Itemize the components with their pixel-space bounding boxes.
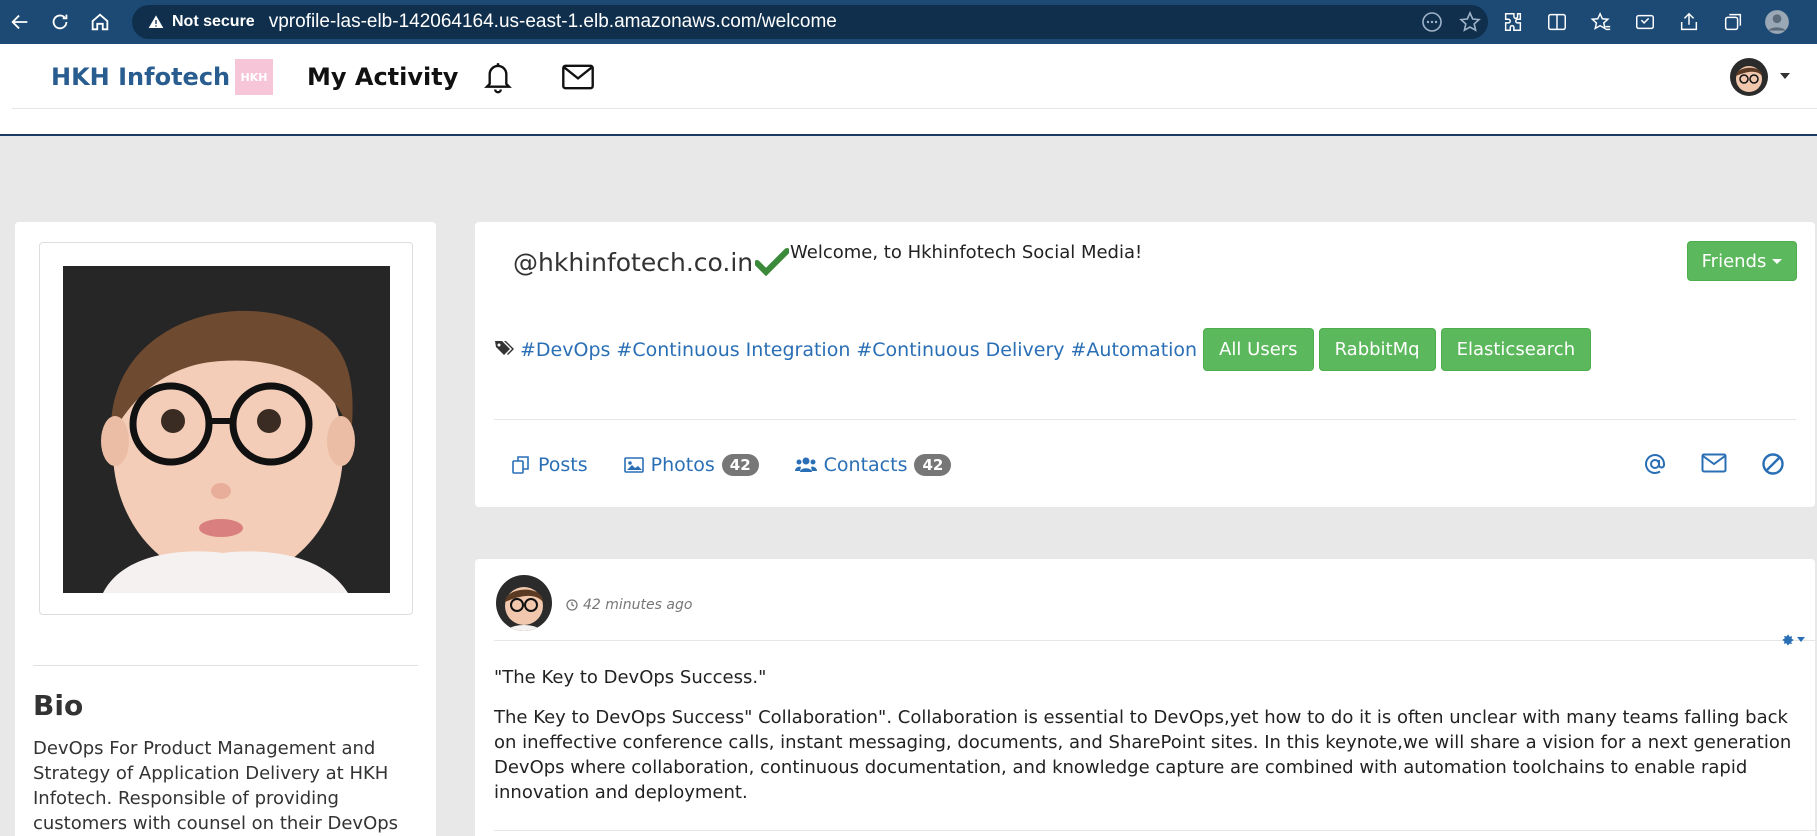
brand-logo[interactable]: HKH xyxy=(235,59,273,95)
profile-icon[interactable] xyxy=(1764,9,1790,35)
profile-actions xyxy=(1643,452,1785,476)
split-screen-icon[interactable] xyxy=(1544,9,1570,35)
post-divider xyxy=(494,640,1815,641)
tags-icon xyxy=(494,339,514,361)
messages-envelope-icon[interactable] xyxy=(561,63,595,95)
security-label: Not secure xyxy=(172,13,255,30)
profile-photo-frame xyxy=(39,242,413,615)
tag-link[interactable]: #Continuous Integration xyxy=(616,339,850,361)
url-text[interactable]: vprofile-las-elb-142064164.us-east-1.elb… xyxy=(269,11,837,33)
my-activity-link[interactable]: My Activity xyxy=(307,63,458,91)
post-time-text: 42 minutes ago xyxy=(583,597,693,613)
friends-button[interactable]: Friends xyxy=(1687,241,1797,281)
header-divider xyxy=(494,419,1796,420)
post-author-avatar[interactable] xyxy=(496,575,552,631)
back-button[interactable] xyxy=(0,0,40,44)
user-menu-caret-icon[interactable] xyxy=(1780,73,1790,79)
post-card: 42 minutes ago "The Key to DevOps Succes… xyxy=(475,559,1815,836)
site-navbar: HKH Infotech HKH My Activity xyxy=(0,44,1817,136)
nav-divider xyxy=(12,108,1817,109)
bio-divider xyxy=(33,665,418,666)
screenshot-icon[interactable] xyxy=(1632,9,1658,35)
caret-down-icon xyxy=(1797,637,1805,642)
copy-icon xyxy=(512,456,529,474)
rabbitmq-button[interactable]: RabbitMq xyxy=(1318,328,1436,371)
star-icon[interactable] xyxy=(1458,10,1482,34)
profile-photo[interactable] xyxy=(63,266,390,593)
collections-icon[interactable] xyxy=(1720,9,1746,35)
post-body: The Key to DevOps Success" Collaboration… xyxy=(494,707,1792,803)
notifications-bell-icon[interactable] xyxy=(481,59,515,99)
tab-contacts[interactable]: Contacts 42 xyxy=(794,454,952,476)
tag-link[interactable]: #DevOps xyxy=(520,339,610,361)
browser-toolbar: Not secure vprofile-las-elb-142064164.us… xyxy=(0,0,1817,44)
bio-title: Bio xyxy=(33,689,84,722)
tab-posts-label: Posts xyxy=(538,454,588,476)
profile-header-card: @hkhinfotech.co.in Welcome, to Hkhinfote… xyxy=(475,222,1815,507)
clock-icon xyxy=(566,599,578,611)
tab-photos-label: Photos xyxy=(650,454,715,476)
friends-label: Friends xyxy=(1701,250,1767,272)
home-icon xyxy=(91,13,109,31)
extensions-icon[interactable] xyxy=(1500,9,1526,35)
envelope-icon[interactable] xyxy=(1701,452,1727,474)
more-options-icon[interactable] xyxy=(1420,10,1444,34)
bio-text: DevOps For Product Management and Strate… xyxy=(33,738,399,834)
home-button[interactable] xyxy=(80,0,120,44)
brand-link[interactable]: HKH Infotech xyxy=(51,63,230,91)
arrow-left-icon xyxy=(11,14,28,30)
post-title: "The Key to DevOps Success." xyxy=(494,667,767,688)
profile-tabs: Posts Photos 42 Contacts 42 xyxy=(511,454,952,476)
post-timestamp: 42 minutes ago xyxy=(566,597,692,613)
at-sign-icon[interactable] xyxy=(1643,452,1667,476)
tab-photos[interactable]: Photos 42 xyxy=(623,454,759,476)
favorites-icon[interactable] xyxy=(1588,9,1614,35)
refresh-icon xyxy=(52,14,68,30)
tab-posts[interactable]: Posts xyxy=(511,454,588,476)
verified-check-icon xyxy=(754,248,790,280)
users-icon xyxy=(794,457,817,472)
elasticsearch-button[interactable]: Elasticsearch xyxy=(1440,328,1592,371)
address-bar[interactable]: Not secure vprofile-las-elb-142064164.us… xyxy=(132,5,1488,39)
share-icon[interactable] xyxy=(1676,9,1702,35)
tag-link[interactable]: #Continuous Delivery xyxy=(856,339,1064,361)
contacts-count-badge: 42 xyxy=(914,454,952,476)
caret-down-icon xyxy=(1772,258,1783,264)
tags-row: #DevOps #Continuous Integration #Continu… xyxy=(494,328,1596,371)
warning-icon xyxy=(148,15,164,28)
user-avatar[interactable] xyxy=(1730,58,1768,96)
block-icon[interactable] xyxy=(1761,452,1785,476)
profile-card: Bio DevOps For Product Management and St… xyxy=(15,222,436,836)
security-indicator[interactable]: Not secure xyxy=(148,13,255,31)
post-settings-button[interactable] xyxy=(1781,633,1805,647)
photos-count-badge: 42 xyxy=(721,454,759,476)
gear-icon xyxy=(1782,634,1794,646)
logo-text: HKH xyxy=(240,70,268,84)
all-users-button[interactable]: All Users xyxy=(1203,328,1314,371)
refresh-button[interactable] xyxy=(40,0,80,44)
tag-link[interactable]: #Automation xyxy=(1071,339,1198,361)
post-bottom-divider xyxy=(494,830,1815,831)
picture-icon xyxy=(623,457,644,473)
profile-handle: @hkhinfotech.co.in xyxy=(513,248,754,277)
welcome-message: Welcome, to Hkhinfotech Social Media! xyxy=(790,242,1143,263)
tab-contacts-label: Contacts xyxy=(823,454,908,476)
